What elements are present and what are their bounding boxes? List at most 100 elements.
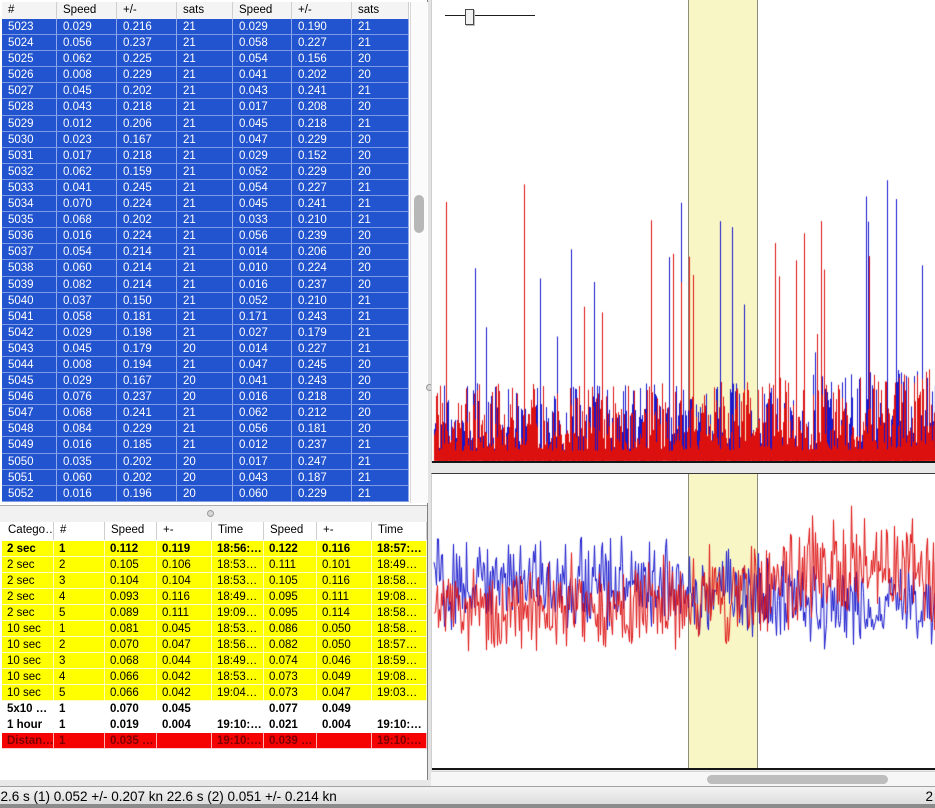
column-header[interactable]: sats <box>177 2 233 19</box>
table-row[interactable]: 50260.0080.229210.0410.20220 <box>2 67 409 83</box>
table-cell: 0.224 <box>117 196 177 212</box>
table-cell: 0.084 <box>57 421 117 437</box>
table-row[interactable]: 50300.0230.167210.0470.22920 <box>2 132 409 148</box>
table-row[interactable]: 50420.0290.198210.0270.17921 <box>2 325 409 341</box>
table-cell: 0.068 <box>57 405 117 421</box>
table-row[interactable]: 50250.0620.225210.0540.15620 <box>2 51 409 67</box>
table-cell: 18:56… <box>212 637 264 653</box>
table-row[interactable]: 1 hour10.0190.00419:10:…0.0210.00419:10:… <box>2 717 427 733</box>
column-header[interactable]: +/- <box>117 2 177 19</box>
table-row[interactable]: 2 sec50.0890.11119:09…0.0950.11418:58… <box>2 605 427 621</box>
table-row[interactable]: 50290.0120.206210.0450.21821 <box>2 116 409 132</box>
table-cell: 0.190 <box>292 19 352 35</box>
table-cell: 0.068 <box>57 212 117 228</box>
table-row[interactable]: 50480.0840.229210.0560.18120 <box>2 421 409 437</box>
speed-chart[interactable] <box>431 473 935 770</box>
chart-divider[interactable] <box>431 463 935 473</box>
table-cell: 0.229 <box>292 164 352 180</box>
table-row[interactable]: 50360.0160.224210.0560.23920 <box>2 228 409 244</box>
table-row[interactable]: 50470.0680.241210.0620.21220 <box>2 405 409 421</box>
table-row[interactable]: 50500.0350.202200.0170.24721 <box>2 454 409 470</box>
table-cell: 21 <box>352 196 409 212</box>
scrollbar-thumb[interactable] <box>414 195 424 233</box>
table-cell: 21 <box>177 309 233 325</box>
upper-chart-canvas[interactable] <box>432 0 935 463</box>
table-row[interactable]: 50510.0600.202200.0430.18721 <box>2 470 409 486</box>
column-header[interactable]: Catego… <box>2 522 54 540</box>
column-header[interactable]: Speed <box>57 2 117 19</box>
table-cell: 20 <box>352 164 409 180</box>
table-cell: 0.229 <box>117 67 177 83</box>
column-header[interactable]: +/- <box>292 2 352 19</box>
table-row[interactable]: 50400.0370.150210.0520.21021 <box>2 293 409 309</box>
table-row[interactable]: 50460.0760.237200.0160.21820 <box>2 389 409 405</box>
table-row[interactable]: 50350.0680.202210.0330.21021 <box>2 212 409 228</box>
table-cell: 21 <box>352 325 409 341</box>
table-cell: 5 <box>54 605 105 621</box>
error-chart[interactable] <box>431 0 935 463</box>
column-header[interactable]: Time <box>372 522 427 540</box>
table-cell: 21 <box>352 437 409 453</box>
table-row[interactable]: 2 sec40.0930.11618:49…0.0950.11119:08… <box>2 589 427 605</box>
table-row[interactable]: 50320.0620.159210.0520.22920 <box>2 164 409 180</box>
scrollbar-thumb[interactable] <box>707 775 888 784</box>
table-row[interactable]: 50330.0410.245210.0540.22721 <box>2 180 409 196</box>
table-cell: 0.050 <box>317 637 372 653</box>
table-row[interactable]: 2 sec30.1040.10418:53…0.1050.11618:58… <box>2 573 427 589</box>
table-row[interactable]: 10 sec20.0700.04718:56…0.0820.05018:57… <box>2 637 427 653</box>
table-row[interactable]: 50280.0430.218210.0170.20820 <box>2 99 409 115</box>
table-cell: 0.062 <box>233 405 292 421</box>
table-row[interactable]: 50310.0170.218210.0290.15220 <box>2 148 409 164</box>
column-header[interactable]: +- <box>317 522 372 540</box>
table-row[interactable]: 5x10 …10.0700.0450.0770.049 <box>2 701 427 717</box>
table-row[interactable]: 50450.0290.167200.0410.24320 <box>2 373 409 389</box>
table-row[interactable]: 50340.0700.224210.0450.24121 <box>2 196 409 212</box>
column-header[interactable]: Speed <box>105 522 157 540</box>
table-row[interactable]: 10 sec30.0680.04418:49…0.0740.04618:59… <box>2 653 427 669</box>
table-cell <box>317 733 372 749</box>
table-cell: 0.039 … <box>264 733 317 749</box>
table-cell: 0.016 <box>57 228 117 244</box>
table-cell: 0.068 <box>105 653 157 669</box>
table-cell: 0.047 <box>157 637 212 653</box>
column-header[interactable]: # <box>54 522 105 540</box>
table-row[interactable]: 50390.0820.214210.0160.23720 <box>2 277 409 293</box>
table-row[interactable]: 50370.0540.214210.0140.20620 <box>2 244 409 260</box>
table-cell: 0.156 <box>292 51 352 67</box>
table-splitter[interactable] <box>0 505 427 522</box>
table-cell: 21 <box>352 212 409 228</box>
table-cell: 21 <box>177 164 233 180</box>
table-row[interactable]: 10 sec40.0660.04218:53…0.0730.04919:08… <box>2 669 427 685</box>
table-cell: 0.241 <box>117 405 177 421</box>
column-header[interactable]: Time <box>212 522 264 540</box>
point-table-scrollbar[interactable] <box>410 2 428 503</box>
chart-scrollbar[interactable] <box>431 771 935 786</box>
table-row[interactable]: 50270.0450.202210.0430.24121 <box>2 83 409 99</box>
table-cell: 0.095 <box>264 605 317 621</box>
table-row[interactable]: 50230.0290.216210.0290.19021 <box>2 19 409 35</box>
column-header[interactable]: # <box>2 2 57 19</box>
column-header[interactable]: Speed <box>233 2 292 19</box>
table-row[interactable]: 50240.0560.237210.0580.22721 <box>2 35 409 51</box>
table-row[interactable]: Distan…10.035 …19:10:…0.039 …19:10:… <box>2 733 427 749</box>
lower-chart-canvas[interactable] <box>432 474 935 769</box>
slider-handle[interactable] <box>465 9 474 25</box>
zoom-slider[interactable] <box>445 6 537 28</box>
table-row[interactable]: 50430.0450.179200.0140.22721 <box>2 341 409 357</box>
table-row[interactable]: 2 sec10.1120.11918:56:…0.1220.11618:57:… <box>2 541 427 557</box>
table-cell: 0.229 <box>292 486 352 502</box>
column-header[interactable]: sats <box>352 2 409 19</box>
table-cell: 0.041 <box>233 67 292 83</box>
table-row[interactable]: 50410.0580.181210.1710.24321 <box>2 309 409 325</box>
table-row[interactable]: 10 sec10.0810.04518:53…0.0860.05018:58… <box>2 621 427 637</box>
table-row[interactable]: 50380.0600.214210.0100.22420 <box>2 260 409 276</box>
table-row[interactable]: 50440.0080.194210.0470.24520 <box>2 357 409 373</box>
slider-track[interactable] <box>445 15 535 16</box>
column-header[interactable]: Speed <box>264 522 317 540</box>
table-row[interactable]: 50490.0160.185210.0120.23721 <box>2 437 409 453</box>
table-cell: 0.214 <box>117 260 177 276</box>
table-row[interactable]: 2 sec20.1050.10618:53…0.1110.10118:49… <box>2 557 427 573</box>
column-header[interactable]: +- <box>157 522 212 540</box>
table-row[interactable]: 10 sec50.0660.04219:04…0.0730.04719:03… <box>2 685 427 701</box>
table-row[interactable]: 50520.0160.196200.0600.22921 <box>2 486 409 502</box>
